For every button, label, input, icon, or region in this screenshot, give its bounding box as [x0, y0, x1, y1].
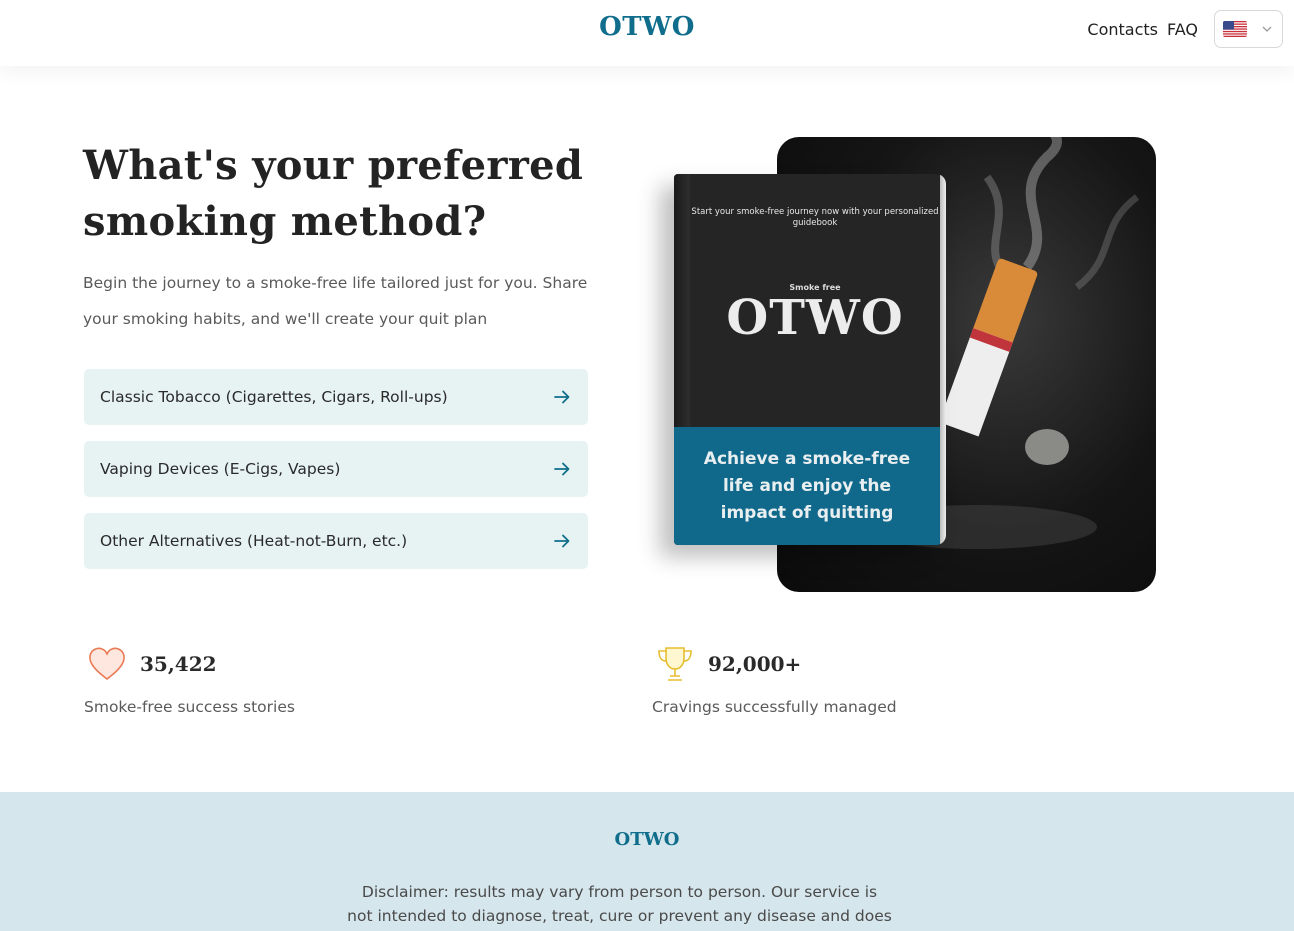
stat-label-success-stories: Smoke-free success stories [84, 698, 295, 716]
arrow-right-icon [554, 462, 570, 476]
arrow-right-icon [554, 390, 570, 404]
arrow-right-icon [554, 534, 570, 548]
stat-value-cravings: 92,000+ [708, 652, 802, 676]
option-label: Other Alternatives (Heat-not-Burn, etc.) [100, 532, 408, 550]
heart-icon [89, 647, 125, 681]
book-tagline: Start your smoke-free journey now with y… [691, 207, 939, 228]
guidebook-cover: Start your smoke-free journey now with y… [674, 174, 946, 545]
us-flag-icon [1223, 21, 1247, 37]
nav-contacts-link[interactable]: Contacts [1087, 20, 1158, 39]
footer-disclaimer: Disclaimer: results may vary from person… [347, 883, 892, 925]
site-header: OTWO Contacts FAQ [0, 0, 1294, 66]
footer-logo[interactable]: OTWO [0, 829, 1294, 850]
chevron-down-icon [1262, 26, 1272, 32]
trophy-icon [658, 647, 692, 681]
book-band-text: Achieve a smoke-free life and enjoy the … [674, 427, 940, 545]
hero-lead: Begin the journey to a smoke-free life t… [83, 274, 588, 328]
option-other-alternatives[interactable]: Other Alternatives (Heat-not-Burn, etc.) [84, 513, 588, 569]
stat-label-cravings: Cravings successfully managed [652, 698, 897, 716]
option-label: Classic Tobacco (Cigarettes, Cigars, Rol… [100, 388, 448, 406]
option-label: Vaping Devices (E-Cigs, Vapes) [100, 460, 341, 478]
option-vaping-devices[interactable]: Vaping Devices (E-Cigs, Vapes) [84, 441, 588, 497]
stat-value-success-stories: 35,422 [140, 652, 217, 676]
top-nav: Contacts FAQ [1087, 20, 1198, 39]
book-logo: OTWO [726, 290, 904, 346]
site-footer: OTWO Disclaimer: results may vary from p… [0, 792, 1294, 931]
language-selector[interactable] [1214, 10, 1283, 48]
option-classic-tobacco[interactable]: Classic Tobacco (Cigarettes, Cigars, Rol… [84, 369, 588, 425]
page-title: What's your preferred smoking method? [83, 142, 584, 245]
nav-faq-link[interactable]: FAQ [1167, 20, 1198, 39]
book-edge [940, 174, 946, 545]
